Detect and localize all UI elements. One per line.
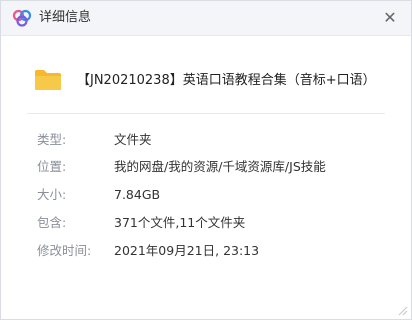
property-label: 位置: (37, 159, 67, 174)
file-header: 【JN20210238】英语口语教程合集（音标+口语） (27, 59, 385, 107)
folder-icon (35, 70, 61, 90)
property-value: 我的网盘/我的资源/千域资源库/JS技能 (114, 159, 326, 174)
file-name: 【JN20210238】英语口语教程合集（音标+口语） (77, 73, 376, 88)
property-label: 修改时间: (37, 243, 92, 258)
property-value: 文件夹 (114, 132, 152, 147)
property-value: 371个文件,11个文件夹 (114, 215, 246, 230)
baidu-netdisk-logo-icon (12, 9, 32, 27)
property-label: 大小: (37, 187, 67, 202)
property-row-location: 位置: 我的网盘/我的资源/千域资源库/JS技能 (37, 158, 391, 176)
property-label: 包含: (37, 215, 67, 230)
divider (27, 113, 385, 114)
close-button[interactable]: ✕ (379, 7, 401, 29)
details-dialog: 详细信息 ✕ 【JN20210238】英语口语教程合集（音标+口语） 类型: 文… (0, 0, 412, 320)
resize-grip-icon[interactable] (398, 306, 408, 316)
property-row-size: 大小: 7.84GB (37, 186, 391, 204)
dialog-title: 详细信息 (39, 10, 92, 25)
property-row-type: 类型: 文件夹 (37, 131, 391, 149)
property-row-modified-time: 修改时间: 2021年09月21日, 23:13 (37, 242, 391, 260)
property-label: 类型: (37, 132, 67, 147)
property-row-contains: 包含: 371个文件,11个文件夹 (37, 214, 391, 232)
property-value: 2021年09月21日, 23:13 (114, 243, 260, 258)
title-bar[interactable]: 详细信息 ✕ (1, 1, 411, 36)
property-value: 7.84GB (114, 187, 161, 202)
